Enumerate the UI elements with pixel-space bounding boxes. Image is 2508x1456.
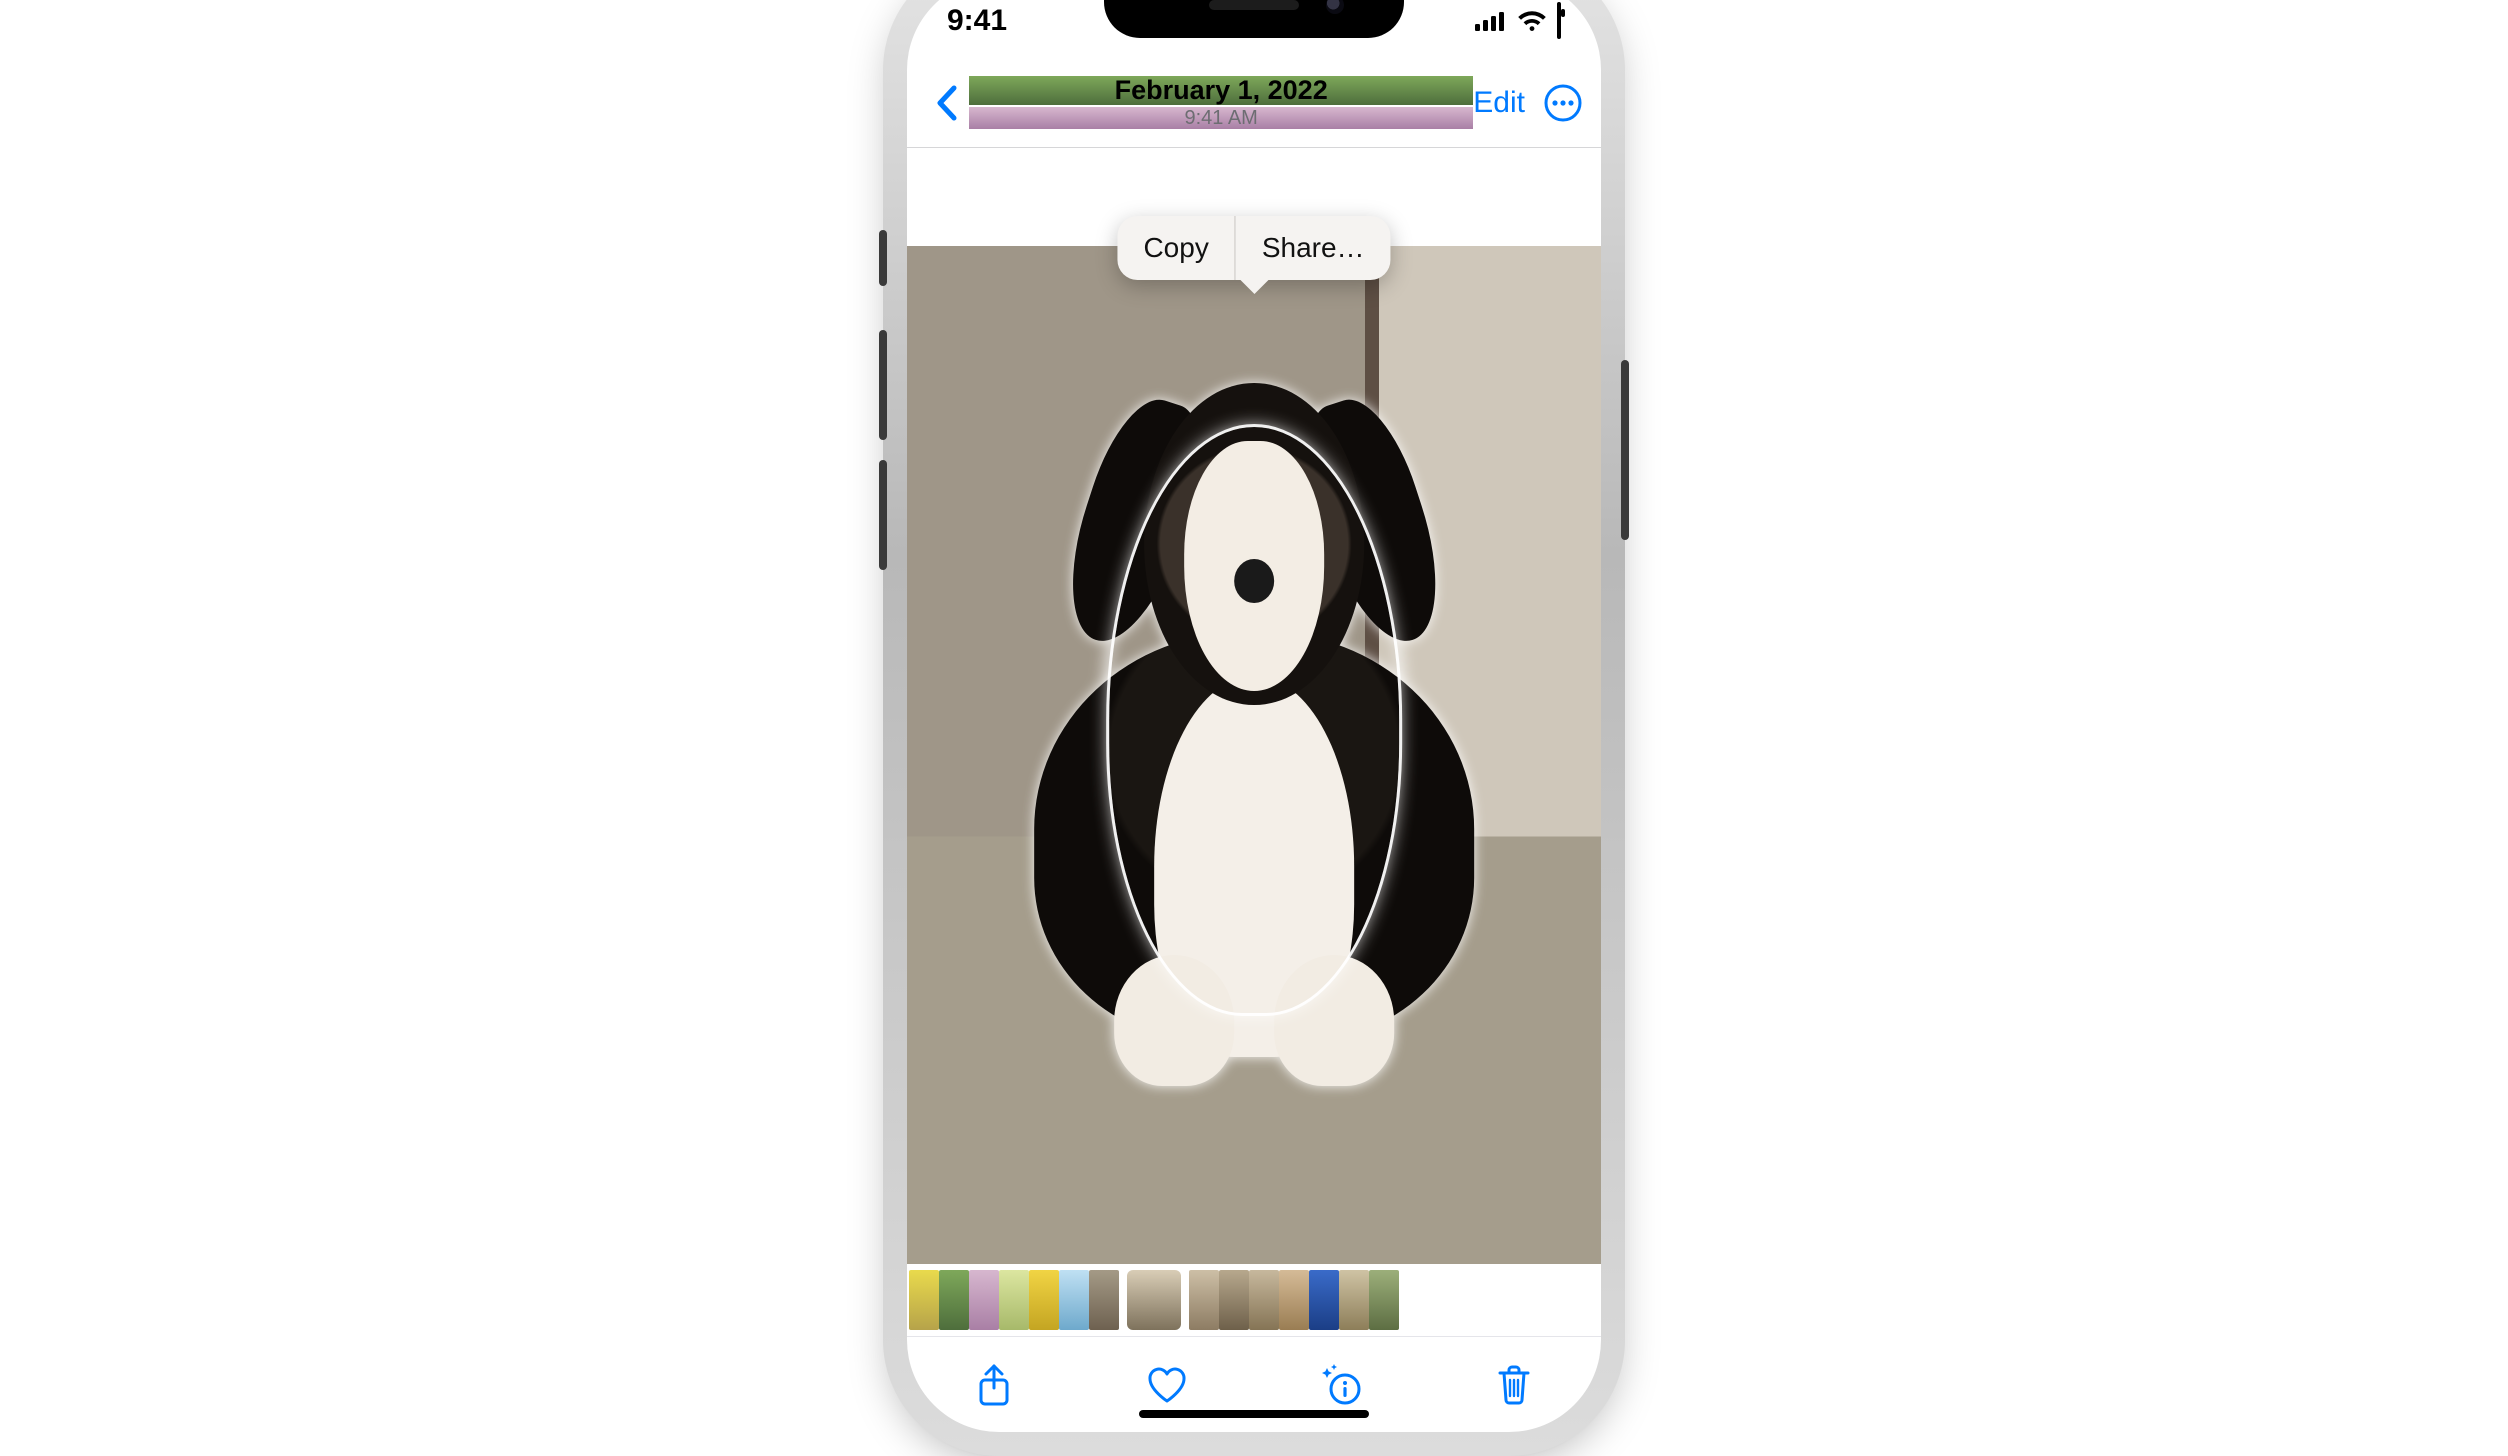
thumbnail[interactable] [909,1270,939,1330]
edit-button[interactable]: Edit [1473,86,1525,120]
wifi-icon [1517,10,1547,32]
share-icon [975,1363,1013,1407]
notch [1104,0,1404,38]
share-button[interactable]: Share… [1236,216,1391,280]
nav-bar: February 1, 2022 9:41 AM Edit [907,58,1601,148]
nav-title-block: February 1, 2022 9:41 AM [969,76,1473,130]
thumbnail[interactable] [969,1270,999,1330]
back-button[interactable] [925,81,969,125]
photo-viewer[interactable]: Copy Share… [907,148,1601,1264]
thumbnail[interactable] [1059,1270,1089,1330]
thumbnail[interactable] [999,1270,1029,1330]
battery-icon [1557,4,1561,38]
more-button[interactable] [1543,83,1583,123]
thumbnail-strip[interactable] [907,1264,1601,1336]
thumbnail[interactable] [1339,1270,1369,1330]
volume-down-button [879,460,887,570]
cellular-icon [1475,11,1507,31]
thumbnail[interactable] [1029,1270,1059,1330]
volume-up-button [879,330,887,440]
thumbnail[interactable] [1219,1270,1249,1330]
thumbnail[interactable] [1279,1270,1309,1330]
nav-title: February 1, 2022 [969,76,1473,106]
delete-action[interactable] [1486,1357,1542,1413]
thumbnail[interactable] [1249,1270,1279,1330]
copy-button[interactable]: Copy [1117,216,1234,280]
status-time: 9:41 [947,4,1007,38]
chevron-left-icon [934,84,960,122]
thumbnail[interactable] [1369,1270,1399,1330]
nav-subtitle: 9:41 AM [969,107,1473,129]
favorite-action[interactable] [1139,1357,1195,1413]
mute-switch [879,230,887,286]
thumbnail[interactable] [939,1270,969,1330]
home-indicator[interactable] [1139,1410,1369,1418]
ellipsis-circle-icon [1543,83,1583,123]
thumbnail[interactable] [1309,1270,1339,1330]
trash-icon [1496,1364,1532,1406]
side-button [1621,360,1629,540]
photo-subject[interactable] [1004,368,1504,1101]
photo[interactable] [907,246,1601,1264]
subject-callout: Copy Share… [1117,216,1390,280]
thumbnail-selected[interactable] [1127,1270,1181,1330]
screen: 9:41 [907,0,1601,1432]
info-action[interactable] [1313,1357,1369,1413]
iphone-frame: 9:41 [889,0,1619,1450]
thumbnail[interactable] [1189,1270,1219,1330]
info-sparkle-icon [1318,1364,1364,1406]
thumbnail[interactable] [1089,1270,1119,1330]
heart-icon [1146,1366,1188,1404]
share-action[interactable] [966,1357,1022,1413]
